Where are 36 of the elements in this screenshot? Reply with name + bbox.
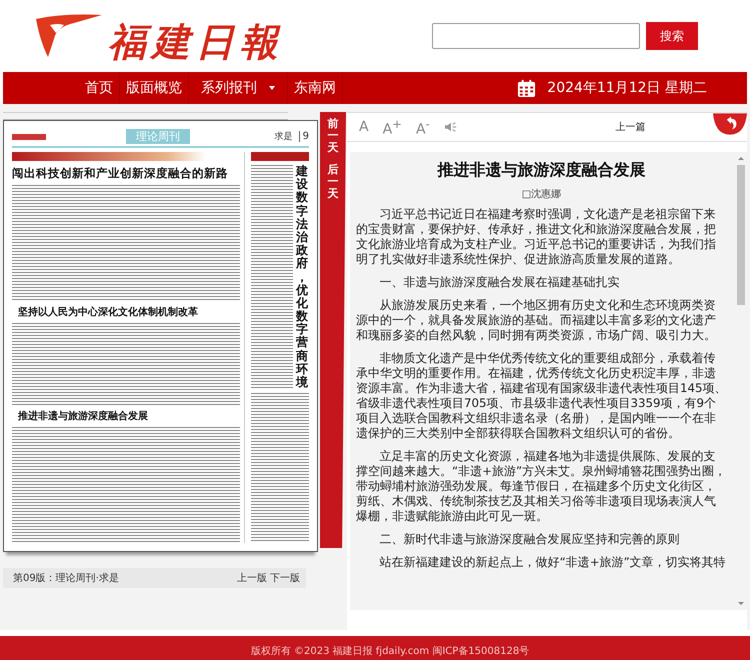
- masthead-title: 理论周刊: [126, 129, 190, 144]
- font-size-button[interactable]: A$^{-}$: [416, 116, 430, 138]
- date-text: 2024年11月12日 星期二: [547, 79, 707, 97]
- copyright-text: 版权所有 ©2023 福建日报 fjdaily.com 闽ICP备15008128号: [250, 644, 530, 659]
- headline[interactable]: 坚持以人民为中心深化文化体制机制改革: [18, 306, 240, 319]
- article-paragraph: 立足丰富的历史文化资源，福建各地为非遗提供展陈、发展的支撑空间越来越大。“非遗+旅游”方兴未艾。泉州蟳埔簪花围强势出圈，带动蟳埔村旅游强劲发展。每逢节假日，在福建多个历史文化街区，剪纸、木偶戏、传统制茶技艺及其相关习俗等非遗项目现场表演人气爆棚，非遗赋能旅游由此可见一斑。: [356, 449, 727, 524]
- headline[interactable]: 推进非遗与旅游深度融合发展: [18, 410, 240, 423]
- article-title: 推进非遗与旅游深度融合发展: [436, 160, 646, 181]
- article-paragraph: 二、新时代非遗与旅游深度融合发展应坚持和完善的原则: [378, 532, 681, 547]
- vertical-headline[interactable]: 建设数字法治政府，优化数字营商环境: [296, 165, 309, 390]
- search-field[interactable]: [432, 23, 640, 49]
- masthead-logo-icon: [12, 134, 46, 140]
- page-label: 第09版：理论周刊·求是: [13, 572, 119, 585]
- speaker-icon[interactable]: [444, 121, 458, 133]
- day-link[interactable]: 后一天: [328, 164, 338, 201]
- headline-banner: [251, 152, 309, 161]
- newspaper-page[interactable]: 理论周刊 求是 9 闯出科技创新和产业创新深度融合的新路 坚持以人民为中心深化文化体制机制改革 推进非遗与旅游深度融合发展 建设数字法治政府，优化数字营商环境: [3, 120, 318, 552]
- back-arrow-icon[interactable]: [713, 113, 747, 135]
- article-paragraph: 从旅游发展历史来看，一个地区拥有历史文化和生态环境两类资源中的一个，就具备发展旅游的基础。而福建以丰富多彩的文化遗产和瑰丽多姿的自然风貌，同时拥有两类资源，市场广阔、吸引力大。: [356, 298, 717, 343]
- article-byline: □沈惠娜: [520, 188, 562, 201]
- font-size-button[interactable]: A$^{+}$: [382, 116, 402, 138]
- calendar-icon[interactable]: [517, 78, 536, 98]
- headline[interactable]: 闯出科技创新和产业创新深度融合的新路: [12, 167, 240, 181]
- page-link[interactable]: 下一版: [270, 571, 300, 585]
- page-number: 9: [298, 131, 309, 142]
- day-link[interactable]: 前一天: [328, 118, 338, 154]
- logo-text: 福建日報: [108, 23, 284, 61]
- previous-article-link[interactable]: 上一篇: [616, 120, 646, 134]
- font-size-button[interactable]: A: [359, 119, 369, 135]
- article-paragraph: 非物质文化遗产是中华优秀传统文化的重要组成部分，承载着传承中华文明的重要作用。在福建，优秀传统文化历史积淀丰厚，非遗资源丰富。作为非遗大省，福建省现有国家级非遗代表性项目145项、省级非遗代表性项目705项、市县级非遗代表性项目3359项，有9个项目入选联合国教科文组织非遗名录（名册），是国内唯一一个在非遗保护的三大类别中全部获得联合国教科文组织认可的省份。: [356, 351, 727, 441]
- article-paragraph: 一、非遗与旅游深度融合发展在福建基础扎实: [378, 275, 621, 290]
- article-paragraph: 习近平总书记近日在福建考察时强调，文化遗产是老祖宗留下来的宝贵财富，要保护好、传承好，推进文化和旅游深度融合发展，把文化旅游业培育成为支柱产业。习近平总书记的重要讲话，为我们指明了扎实做好非遗系统性保护、促进旅游高质量发展的道路。: [356, 207, 717, 267]
- section-name: 求是: [274, 130, 293, 143]
- page-link[interactable]: 上一版: [237, 571, 267, 585]
- article-paragraph: 站在新福建建设的新起点上，做好“非遗+旅游”文章，切实将其特: [378, 555, 727, 570]
- search-button[interactable]: 搜索: [646, 22, 698, 50]
